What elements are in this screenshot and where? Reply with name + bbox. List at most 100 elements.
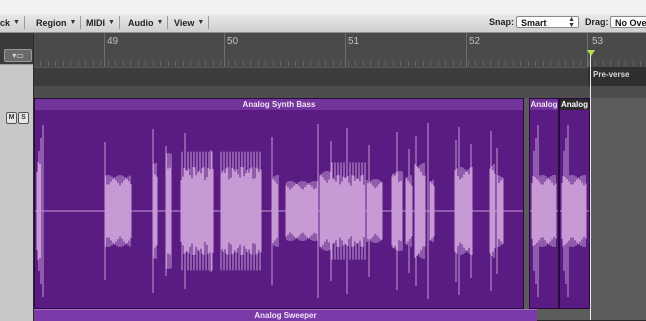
ruler-subtick (340, 61, 341, 66)
ruler-subtick (430, 61, 431, 66)
menu-region-label: Region (36, 17, 67, 28)
ruler-subtick (115, 61, 116, 66)
ruler-subtick (633, 61, 634, 66)
ruler-subtick (55, 61, 56, 66)
track-header[interactable]: M S (0, 64, 33, 321)
up-down-icon: ▲ ▼ (568, 16, 575, 29)
menu-track[interactable]: ck ▼ (0, 16, 25, 29)
ruler-subtick (183, 61, 184, 66)
playhead-line[interactable] (590, 52, 591, 320)
ruler-subtick (438, 61, 439, 66)
ruler-subtick (453, 61, 454, 66)
window-top-edge (0, 0, 646, 15)
ruler-subtick (520, 61, 521, 66)
arrange-area[interactable]: Analog Synth Bass Analog Analog (34, 98, 646, 320)
ruler-subtick (85, 61, 86, 66)
ruler-subtick (580, 61, 581, 66)
marker-label: Pre-verse (593, 70, 630, 79)
ruler-subtick (558, 61, 559, 66)
snap-select[interactable]: Smart ▲ ▼ (516, 16, 579, 29)
region-title: Analog (560, 99, 589, 110)
menu-track-label: ck (0, 17, 11, 28)
triangle-down-icon: ▼ (108, 19, 115, 26)
playhead-triangle-icon[interactable] (587, 50, 595, 56)
ruler-subtick (273, 61, 274, 66)
ruler-subtick (168, 61, 169, 66)
ruler-subtick (145, 61, 146, 66)
ruler-subtick (295, 61, 296, 66)
ruler-subtick (333, 61, 334, 66)
ruler-subtick (363, 61, 364, 66)
bar-52-label: 52 (469, 36, 481, 47)
ruler-subtick (220, 61, 221, 66)
ruler-subtick (618, 61, 619, 66)
ruler-subtick (610, 61, 611, 66)
bar-50-label: 50 (227, 36, 239, 47)
triangle-down-icon: ▼ (13, 19, 20, 26)
region-analog-2[interactable]: Analog (559, 98, 590, 309)
ruler-subtick (318, 61, 319, 66)
ruler-subtick (213, 61, 214, 66)
bar-50-tick (224, 33, 225, 67)
ruler-subtick (528, 61, 529, 66)
ruler-subtick (160, 61, 161, 66)
ruler-subtick (108, 61, 109, 66)
drag-label: Drag: (585, 17, 609, 27)
mute-button[interactable]: M (6, 112, 17, 124)
menu-midi[interactable]: MIDI ▼ (86, 16, 120, 29)
ruler-subtick (640, 61, 641, 66)
ruler-subtick (198, 61, 199, 66)
marker-lane[interactable] (34, 67, 646, 87)
menu-view-label: View (174, 17, 195, 28)
bar-49-tick (104, 33, 105, 67)
triangle-down-icon: ▼ (69, 19, 77, 26)
ruler-subtick (573, 61, 574, 66)
menu-view[interactable]: View ▼ (174, 16, 210, 29)
ruler-subtick (235, 61, 236, 66)
ruler-subtick (603, 61, 604, 66)
region-analog-sweeper[interactable]: Analog Sweeper (34, 309, 537, 321)
ruler-subtick (498, 61, 499, 66)
ruler-subtick (123, 61, 124, 66)
ruler-subtick (490, 61, 491, 66)
ruler-subtick (565, 61, 566, 66)
bar-ruler[interactable]: 49 50 51 52 53 (34, 33, 646, 67)
waveform (530, 125, 558, 297)
ruler-subtick (138, 61, 139, 66)
region-analog-synth-bass[interactable]: Analog Synth Bass (34, 98, 524, 309)
ruler-subtick (378, 61, 379, 66)
ruler-subtick (78, 61, 79, 66)
ruler-subtick (505, 61, 506, 66)
ruler-subtick (400, 61, 401, 66)
local-menu-bar: ck ▼ Region ▼ MIDI ▼ Audio ▼ View ▼ Snap… (0, 14, 646, 33)
drag-select[interactable]: No Over (610, 16, 646, 28)
ruler-subtick (93, 61, 94, 66)
region-title: Analog (530, 99, 558, 110)
ruler-subtick (63, 61, 64, 66)
bar-49-label: 49 (107, 36, 119, 47)
ruler-subtick (310, 61, 311, 66)
region-analog-1[interactable]: Analog (529, 98, 559, 309)
ruler-subtick (543, 61, 544, 66)
ruler-subtick (303, 61, 304, 66)
ruler-subtick (100, 61, 101, 66)
triangle-down-icon: ▼ (197, 19, 205, 26)
window-icon[interactable]: ▾▭ (4, 49, 32, 62)
ruler-subtick (595, 61, 596, 66)
ruler-subtick (153, 61, 154, 66)
ruler-subtick (40, 61, 41, 66)
ruler-subtick (483, 61, 484, 66)
track-gap (34, 86, 646, 98)
solo-label: S (21, 114, 26, 121)
ruler-subtick (513, 61, 514, 66)
bar-51-tick (345, 33, 346, 67)
waveform (560, 125, 589, 297)
ruler-subtick (393, 61, 394, 66)
solo-button[interactable]: S (18, 112, 29, 124)
menu-audio[interactable]: Audio ▼ (128, 16, 169, 29)
ruler-subtick (535, 61, 536, 66)
menu-region[interactable]: Region ▼ (36, 16, 82, 29)
ruler-subtick (258, 61, 259, 66)
ruler-subtick (475, 61, 476, 66)
ruler-subtick (468, 61, 469, 66)
